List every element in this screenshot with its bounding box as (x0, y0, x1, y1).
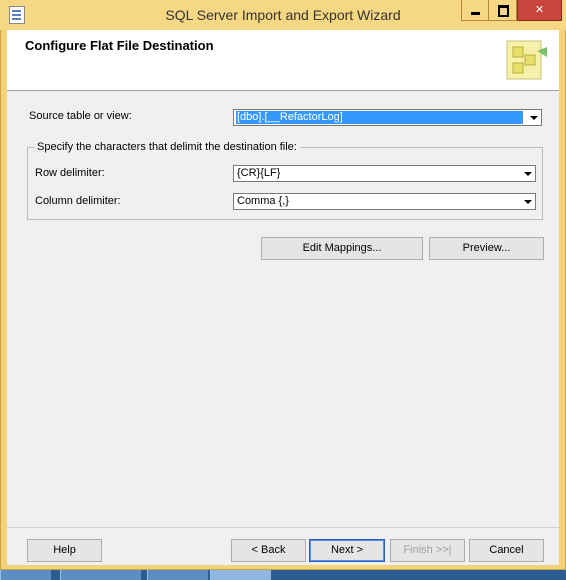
taskbar-item[interactable] (0, 570, 51, 580)
column-delimiter-value: Comma {,} (237, 195, 289, 207)
dropdown-arrow-icon[interactable] (520, 166, 535, 181)
next-button[interactable]: Next > (309, 539, 385, 562)
help-button[interactable]: Help (27, 539, 102, 562)
taskbar-item[interactable] (147, 570, 208, 580)
source-table-value: [dbo].[__RefactorLog] (236, 111, 523, 124)
footer-divider (7, 527, 559, 528)
minimize-button[interactable] (461, 0, 489, 21)
page-title: Configure Flat File Destination (25, 38, 214, 53)
delimiter-group-legend: Specify the characters that delimit the … (34, 141, 300, 153)
source-label: Source table or view: (29, 110, 132, 122)
source-table-combo[interactable]: [dbo].[__RefactorLog] (233, 109, 542, 126)
close-button[interactable]: ✕ (517, 0, 562, 21)
dropdown-arrow-icon[interactable] (526, 110, 541, 125)
taskbar-item[interactable] (210, 570, 271, 580)
dropdown-arrow-icon[interactable] (520, 194, 535, 209)
taskbar-item[interactable] (60, 570, 141, 580)
title-bar[interactable]: SQL Server Import and Export Wizard ✕ (0, 0, 566, 30)
back-button[interactable]: < Back (231, 539, 306, 562)
maximize-icon (498, 5, 509, 17)
row-delimiter-combo[interactable]: {CR}{LF} (233, 165, 536, 182)
cancel-button[interactable]: Cancel (469, 539, 544, 562)
column-delimiter-label: Column delimiter: (35, 195, 121, 207)
wizard-graphic-icon (506, 40, 547, 80)
row-delimiter-label: Row delimiter: (35, 167, 105, 179)
edit-mappings-button[interactable]: Edit Mappings... (261, 237, 423, 260)
page-header: Configure Flat File Destination (7, 30, 559, 91)
finish-button[interactable]: Finish >>| (390, 539, 465, 562)
close-icon: ✕ (534, 3, 545, 16)
maximize-button[interactable] (489, 0, 517, 21)
minimize-icon (471, 12, 480, 15)
column-delimiter-combo[interactable]: Comma {,} (233, 193, 536, 210)
row-delimiter-value: {CR}{LF} (237, 167, 281, 179)
preview-button[interactable]: Preview... (429, 237, 544, 260)
